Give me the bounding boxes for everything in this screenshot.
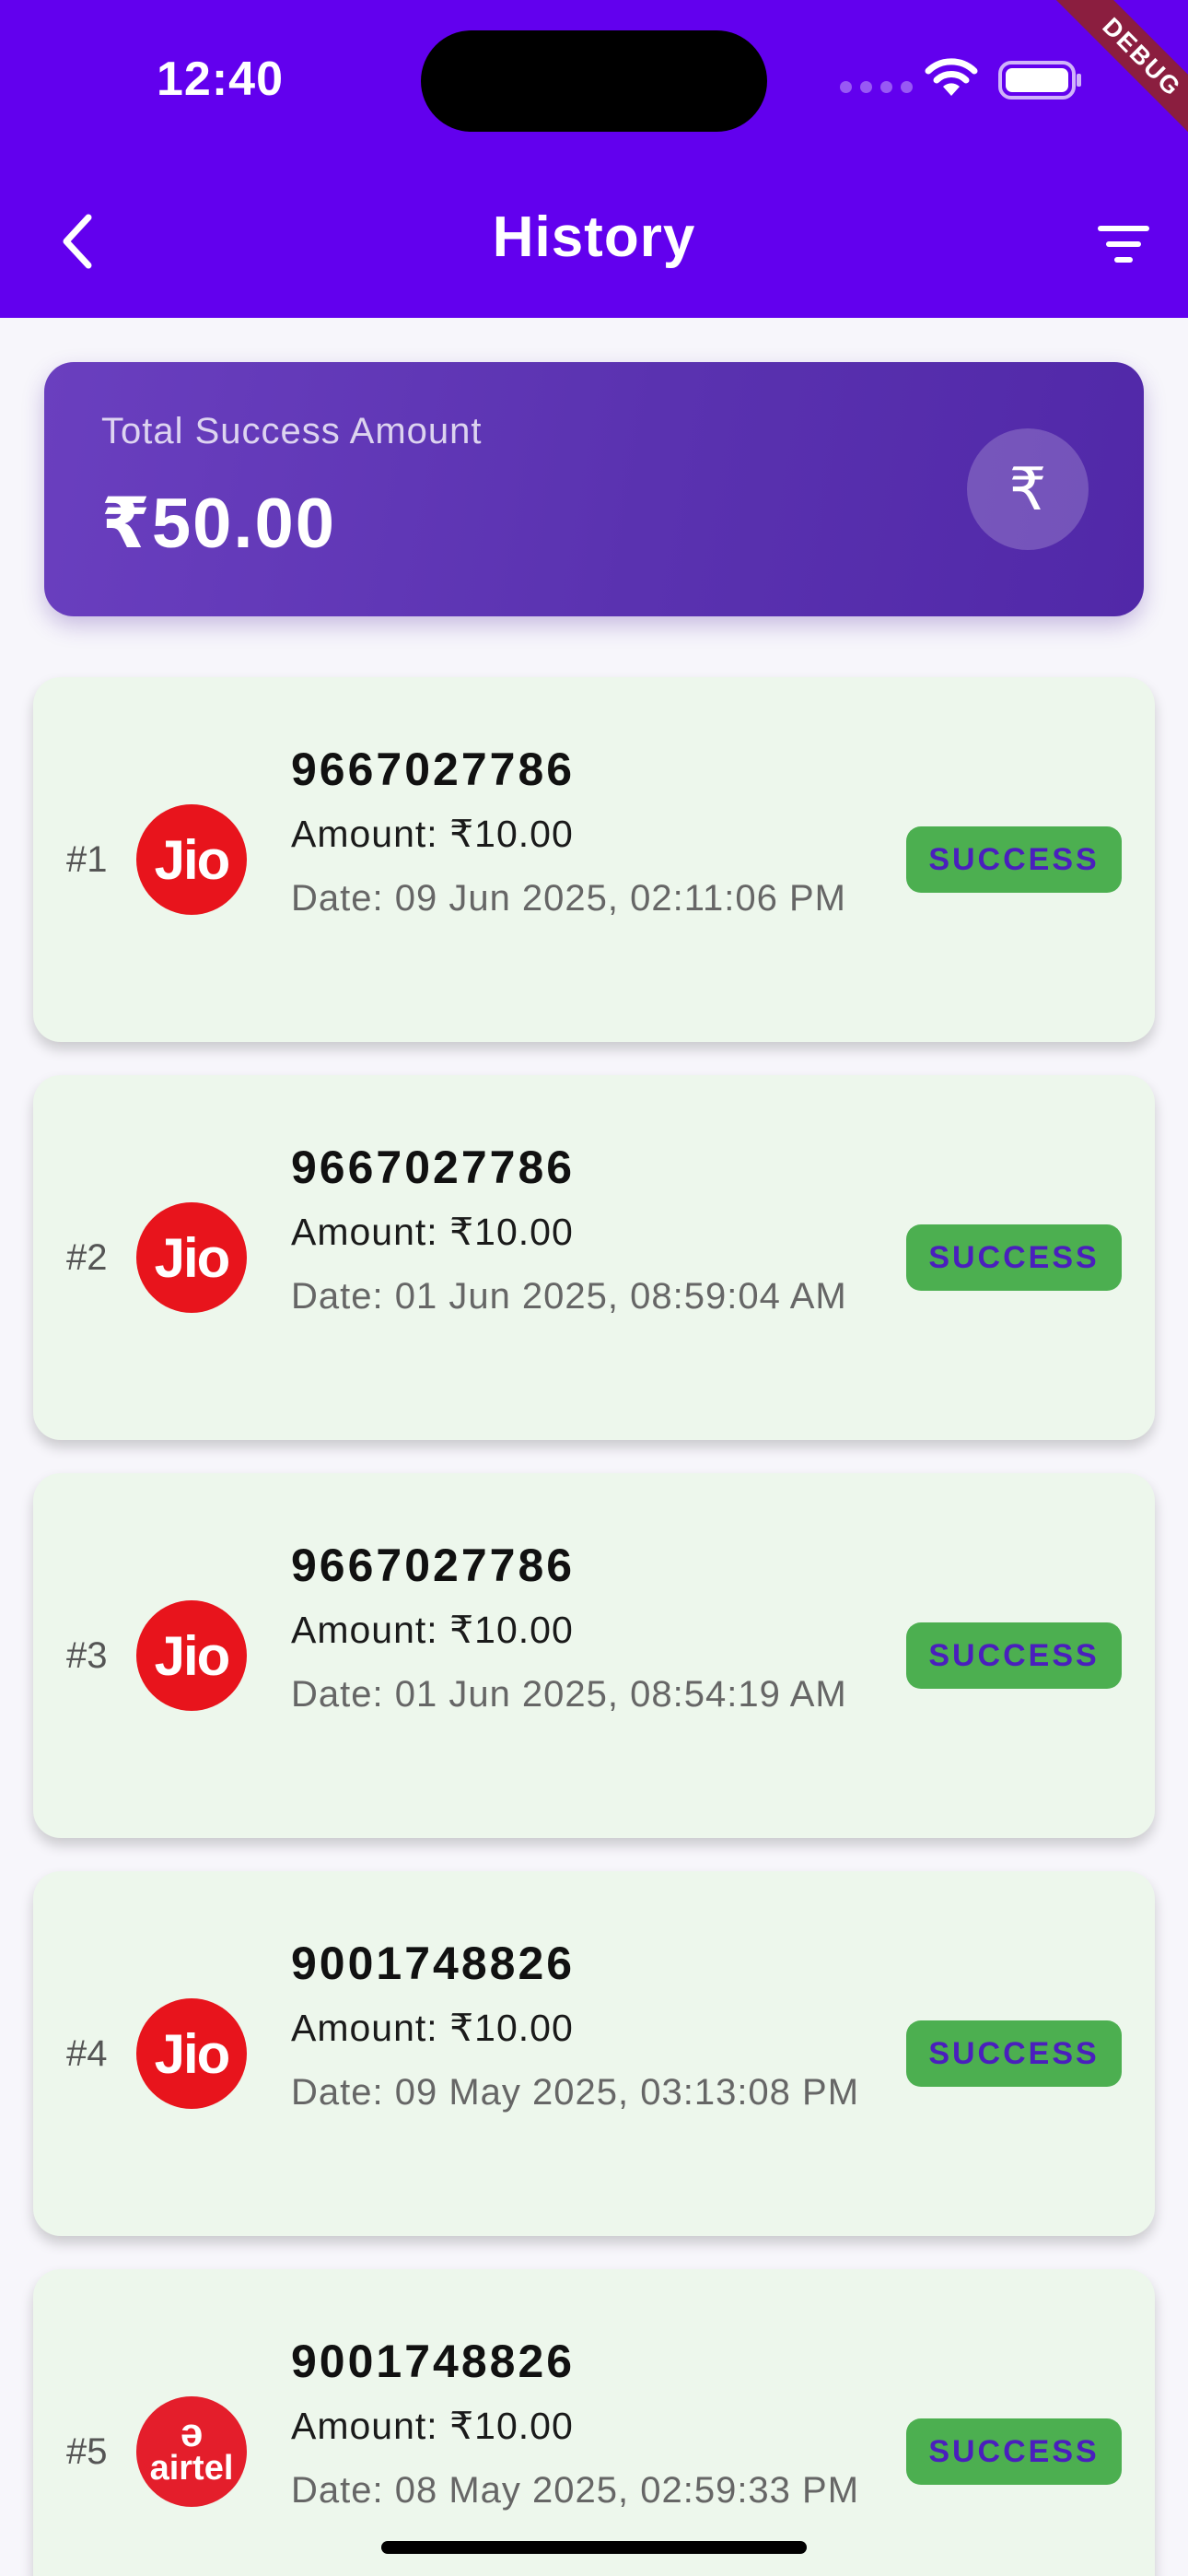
mobile-number: 9667027786 <box>291 1540 576 1591</box>
status-badge: SUCCESS <box>906 1224 1122 1291</box>
mobile-number: 9667027786 <box>291 1142 576 1193</box>
airtel-swirl-icon: ǝ <box>180 2410 204 2455</box>
transaction-amount: Amount: ₹10.00 <box>291 1211 574 1253</box>
status-badge: SUCCESS <box>906 2418 1122 2485</box>
transaction-date: Date: 09 Jun 2025, 02:11:06 PM <box>291 878 846 919</box>
transaction-amount: Amount: ₹10.00 <box>291 2405 574 2447</box>
status-time: 12:40 <box>157 53 284 106</box>
transaction-amount: Amount: ₹10.00 <box>291 2007 574 2049</box>
app-header: 12:40 DEBUG History <box>0 0 1188 318</box>
summary-label: Total Success Amount <box>101 411 483 451</box>
mobile-number: 9667027786 <box>291 744 576 795</box>
battery-icon <box>998 61 1081 100</box>
status-badge: SUCCESS <box>906 2020 1122 2087</box>
transaction-card[interactable]: #4 Jio 9001748826 Amount: ₹10.00 Date: 0… <box>33 1871 1155 2236</box>
transaction-index: #4 <box>66 2032 108 2074</box>
transaction-amount: Amount: ₹10.00 <box>291 813 574 855</box>
summary-amount: ₹50.00 <box>101 485 337 563</box>
status-badge: SUCCESS <box>906 826 1122 893</box>
page-title: History <box>492 205 696 269</box>
mobile-number: 9001748826 <box>291 2336 576 2387</box>
transaction-index: #3 <box>66 1634 108 1676</box>
transaction-date: Date: 01 Jun 2025, 08:59:04 AM <box>291 1276 847 1317</box>
signal-dots-icon <box>840 81 913 93</box>
jio-logo-icon: Jio <box>136 804 247 915</box>
filter-icon <box>1098 226 1149 263</box>
transaction-card[interactable]: #2 Jio 9667027786 Amount: ₹10.00 Date: 0… <box>33 1075 1155 1440</box>
filter-button[interactable] <box>1087 212 1160 276</box>
transaction-index: #5 <box>66 2430 108 2472</box>
transaction-card[interactable]: #5 ǝ airtel 9001748826 Amount: ₹10.00 Da… <box>33 2269 1155 2576</box>
transaction-date: Date: 08 May 2025, 02:59:33 PM <box>291 2470 860 2511</box>
mobile-number: 9001748826 <box>291 1938 576 1989</box>
dynamic-island <box>421 30 767 132</box>
status-badge: SUCCESS <box>906 1622 1122 1689</box>
transaction-date: Date: 09 May 2025, 03:13:08 PM <box>291 2072 860 2113</box>
transaction-card[interactable]: #1 Jio 9667027786 Amount: ₹10.00 Date: 0… <box>33 677 1155 1042</box>
home-indicator[interactable] <box>381 2541 807 2554</box>
wifi-icon <box>925 58 978 96</box>
jio-logo-icon: Jio <box>136 1600 247 1711</box>
transaction-amount: Amount: ₹10.00 <box>291 1609 574 1651</box>
jio-logo-icon: Jio <box>136 1202 247 1313</box>
airtel-logo-icon: ǝ airtel <box>136 2396 247 2507</box>
total-success-card: Total Success Amount ₹50.00 ₹ <box>44 362 1144 616</box>
transaction-index: #1 <box>66 838 108 880</box>
airtel-logo-text: airtel <box>149 2449 234 2488</box>
transaction-list: #1 Jio 9667027786 Amount: ₹10.00 Date: 0… <box>33 677 1155 2576</box>
rupee-icon: ₹ <box>967 428 1089 550</box>
jio-logo-icon: Jio <box>136 1998 247 2109</box>
transaction-date: Date: 01 Jun 2025, 08:54:19 AM <box>291 1674 847 1715</box>
transaction-index: #2 <box>66 1236 108 1278</box>
transaction-card[interactable]: #3 Jio 9667027786 Amount: ₹10.00 Date: 0… <box>33 1473 1155 1838</box>
